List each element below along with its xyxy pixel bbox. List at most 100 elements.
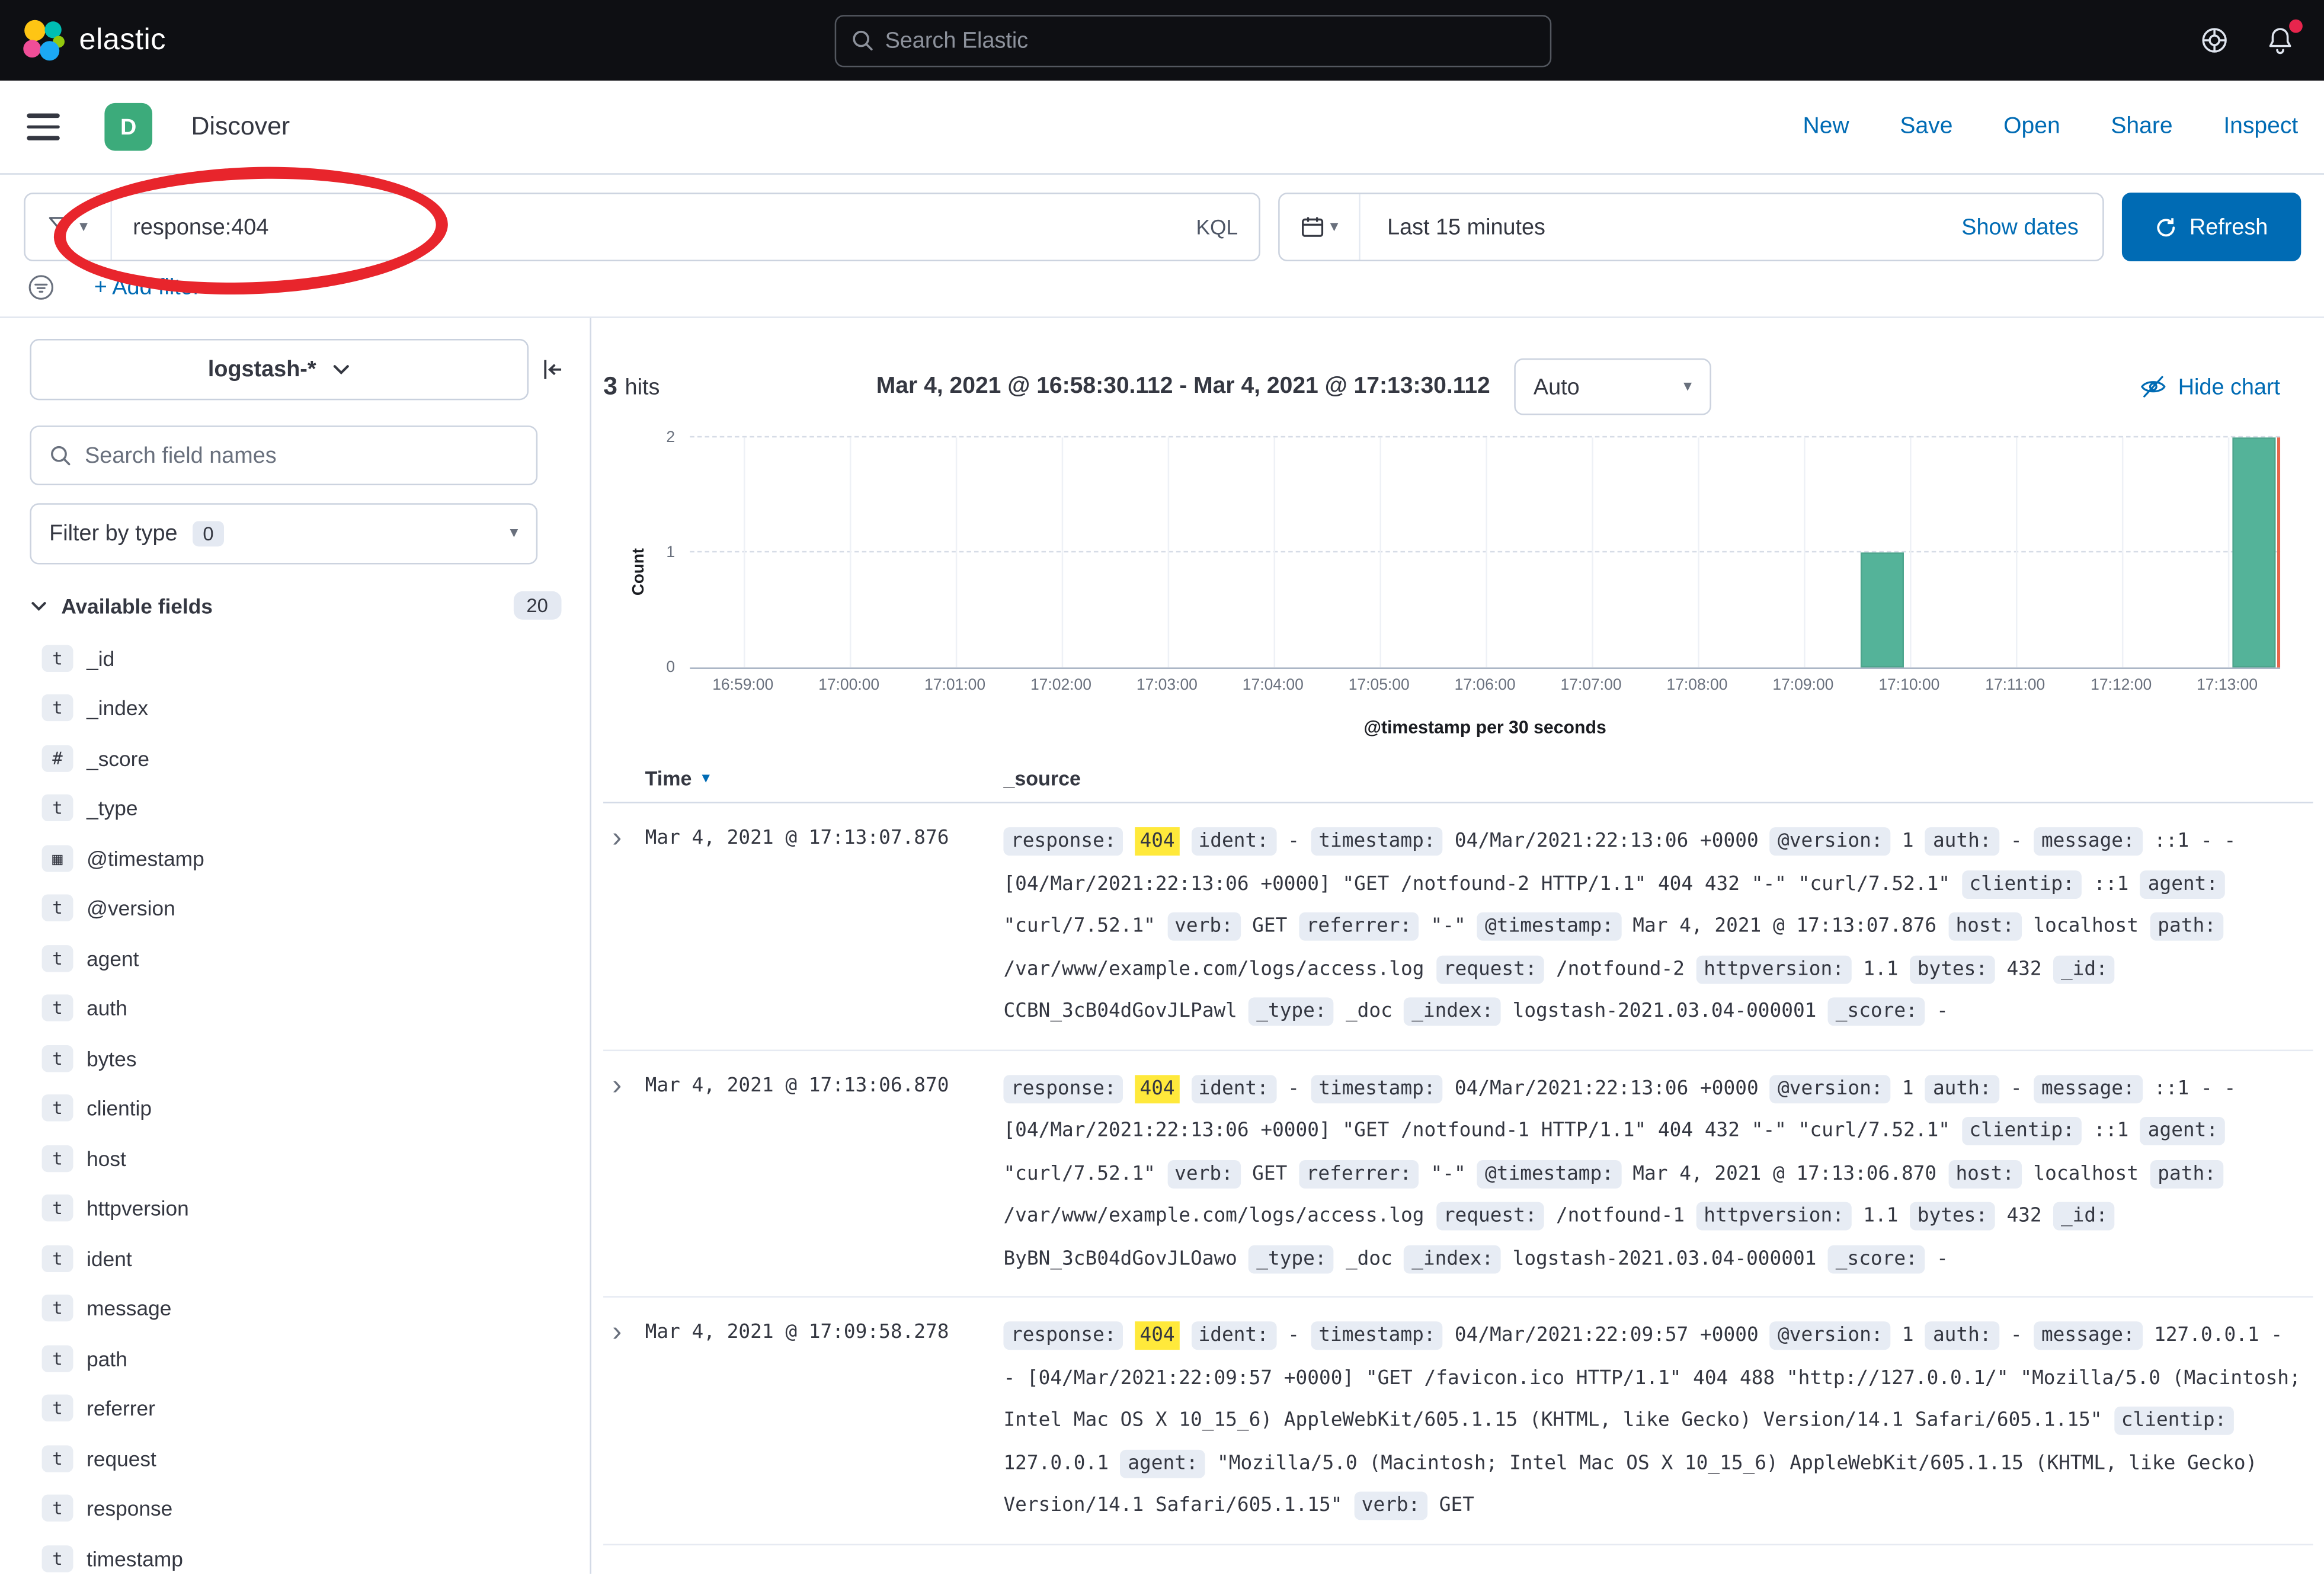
hide-chart-button[interactable]: Hide chart <box>2139 373 2280 400</box>
field-item[interactable]: t ident <box>30 1234 566 1283</box>
source-value: "curl/7.52.1" <box>1003 915 1155 938</box>
field-type-icon: t <box>42 1195 73 1222</box>
x-tick-label: 17:09:00 <box>1772 677 1833 694</box>
field-search[interactable] <box>30 425 537 485</box>
source-value: - <box>1936 1000 1948 1023</box>
x-tick-label: 17:01:00 <box>924 677 985 694</box>
menu-icon[interactable] <box>27 114 59 140</box>
source-field-badge: message: <box>2034 1074 2142 1103</box>
expand-row-button[interactable]: › <box>603 1315 645 1351</box>
histogram-section: Count 01216:59:0017:00:0017:01:0017:02:0… <box>690 437 2280 738</box>
field-type-icon: t <box>42 1395 73 1421</box>
save-button[interactable]: Save <box>1900 114 1952 140</box>
source-field-badge: message: <box>2034 1321 2142 1350</box>
field-item[interactable]: t message <box>30 1283 566 1333</box>
documents-table: Time▼ _source › Mar 4, 2021 @ 17:13:07.8… <box>603 767 2313 1545</box>
source-field-badge: _score: <box>1828 1244 1925 1273</box>
source-field-badge: verb: <box>1354 1491 1427 1520</box>
document-source: response: 404 ident: - timestamp: 04/Mar… <box>1003 1315 2313 1528</box>
available-fields-header[interactable]: Available fields 20 <box>30 591 561 620</box>
x-tick-label: 17:12:00 <box>2091 677 2152 694</box>
add-filter-button[interactable]: + Add filter <box>94 275 201 300</box>
eye-slash-icon <box>2139 373 2166 400</box>
share-button[interactable]: Share <box>2111 114 2172 140</box>
source-value-highlight: 404 <box>1135 827 1179 856</box>
field-item[interactable]: # _score <box>30 733 566 783</box>
field-item[interactable]: t httpversion <box>30 1183 566 1233</box>
source-value: localhost <box>2033 915 2139 938</box>
field-item[interactable]: ▦ @timestamp <box>30 833 566 883</box>
source-field-badge: httpversion: <box>1696 1202 1852 1231</box>
document-time: Mar 4, 2021 @ 17:13:06.870 <box>645 1068 1004 1097</box>
source-field-badge: path: <box>2150 1160 2224 1188</box>
open-button[interactable]: Open <box>2003 114 2060 140</box>
expand-row-button[interactable]: › <box>603 1068 645 1104</box>
field-item[interactable]: t referrer <box>30 1384 566 1433</box>
source-field-badge: _id: <box>2053 1202 2115 1231</box>
new-button[interactable]: New <box>1803 114 1849 140</box>
global-search[interactable] <box>834 14 1551 66</box>
field-item[interactable]: t _type <box>30 783 566 833</box>
histogram-bar[interactable] <box>2232 437 2275 667</box>
help-icon[interactable] <box>2200 25 2229 55</box>
field-item[interactable]: t _index <box>30 683 566 733</box>
field-item[interactable]: t path <box>30 1333 566 1383</box>
field-item[interactable]: t timestamp <box>30 1533 566 1574</box>
x-tick-label: 16:59:00 <box>712 677 773 694</box>
field-item[interactable]: t request <box>30 1433 566 1483</box>
source-field-badge: _id: <box>2053 955 2115 984</box>
source-field-badge: response: <box>1003 827 1123 856</box>
notifications-icon[interactable] <box>2265 25 2295 55</box>
chevron-down-icon <box>331 360 351 379</box>
source-field-badge: @version: <box>1770 1074 1890 1103</box>
interval-select[interactable]: Auto ▾ <box>1514 358 1711 415</box>
field-item[interactable]: t agent <box>30 933 566 983</box>
gridline <box>2227 437 2229 667</box>
source-value: - <box>2011 830 2022 853</box>
source-field-badge: clientip: <box>1962 1117 2082 1145</box>
show-dates-button[interactable]: Show dates <box>1961 214 2102 240</box>
time-column-header[interactable]: Time▼ <box>645 767 1004 790</box>
field-item[interactable]: t host <box>30 1133 566 1183</box>
field-item[interactable]: t bytes <box>30 1033 566 1083</box>
gridline <box>1591 437 1593 667</box>
collapse-sidebar-icon[interactable] <box>540 357 566 382</box>
document-source: response: 404 ident: - timestamp: 04/Mar… <box>1003 1068 2313 1281</box>
x-tick-label: 17:02:00 <box>1030 677 1091 694</box>
index-pattern-selector[interactable]: logstash-* <box>30 339 529 400</box>
inspect-button[interactable]: Inspect <box>2223 114 2298 140</box>
source-field-badge: _index: <box>1404 997 1501 1026</box>
kibana-discover-app: elastic <box>0 0 2324 1582</box>
discover-main: 3 hits Mar 4, 2021 @ 16:58:30.112 - Mar … <box>591 318 2324 1574</box>
filter-icon[interactable] <box>27 273 55 302</box>
saved-query-menu-button[interactable]: ▾ <box>25 194 112 260</box>
field-item[interactable]: t clientip <box>30 1083 566 1133</box>
query-language-toggle[interactable]: KQL <box>1196 215 1259 239</box>
field-search-input[interactable] <box>85 443 518 468</box>
time-range-value[interactable]: Last 15 minutes <box>1361 214 1962 240</box>
source-value: - <box>1936 1247 1948 1270</box>
global-header: elastic <box>0 0 2324 81</box>
field-type-icon: t <box>42 1495 73 1522</box>
results-header: 3 hits Mar 4, 2021 @ 16:58:30.112 - Mar … <box>603 357 2313 417</box>
filter-by-type-button[interactable]: Filter by type 0 ▾ <box>30 503 537 564</box>
histogram-bar[interactable] <box>1861 552 1904 667</box>
field-type-icon: t <box>42 1095 73 1122</box>
source-field-badge: agent: <box>2140 870 2226 898</box>
global-search-input[interactable] <box>885 28 1535 53</box>
chevron-down-icon: ▾ <box>1683 379 1692 395</box>
refresh-button[interactable]: Refresh <box>2122 193 2301 261</box>
elastic-brand[interactable]: elastic <box>21 18 166 63</box>
field-item[interactable]: t _id <box>30 633 566 683</box>
field-item[interactable]: t @version <box>30 883 566 933</box>
field-item[interactable]: t response <box>30 1484 566 1533</box>
x-tick-label: 17:07:00 <box>1561 677 1622 694</box>
gridline <box>2015 437 2017 667</box>
source-value: GET <box>1252 915 1287 938</box>
expand-row-button[interactable]: › <box>603 821 645 857</box>
date-picker-menu-button[interactable]: ▾ <box>1280 194 1361 260</box>
source-value: - <box>1288 1324 1299 1347</box>
query-input[interactable] <box>112 214 1196 240</box>
field-item[interactable]: t auth <box>30 983 566 1033</box>
gridline <box>955 437 957 667</box>
